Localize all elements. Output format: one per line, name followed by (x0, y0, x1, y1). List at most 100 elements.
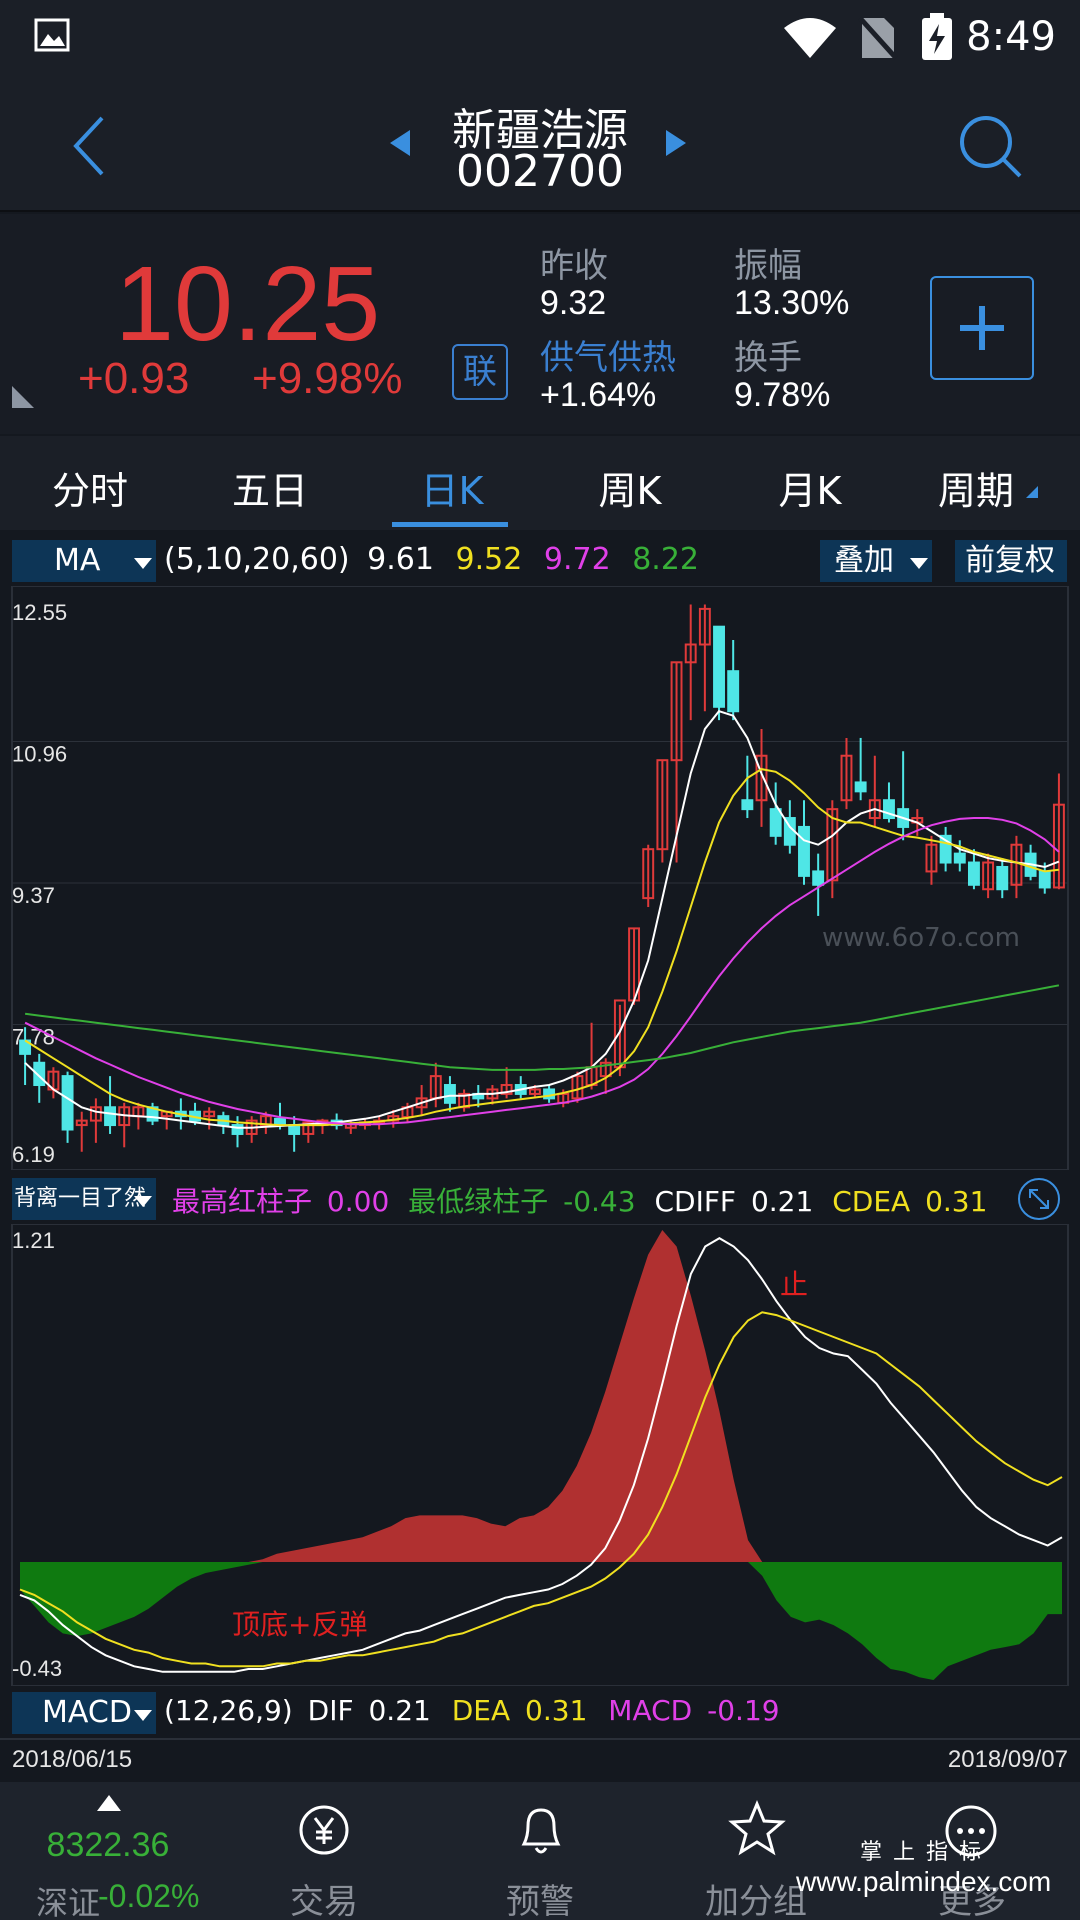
sector-change: +1.64% (540, 376, 657, 414)
red-bar-value: 0.00 (326, 1185, 390, 1218)
app-header: 新疆浩源 002700 (0, 78, 1080, 212)
candle-body (812, 870, 825, 886)
yuan-coin-icon (299, 1805, 349, 1855)
search-icon[interactable] (958, 114, 1024, 180)
prev-close-label: 昨收 (540, 246, 608, 286)
annotation-bounce: 顶底+反弹 (232, 1608, 367, 1641)
ma-selector[interactable]: MA (12, 540, 156, 582)
no-sim-icon (858, 16, 898, 60)
kline-frame (11, 586, 1069, 1170)
ma-selector-label: MA (54, 543, 101, 578)
sector-label[interactable]: 供气供热 (540, 330, 676, 379)
y-tick-label: -0.43 (12, 1656, 62, 1681)
tab-weekly-k[interactable]: 周K (560, 460, 700, 515)
dif-label: DIF (307, 1694, 354, 1727)
ma20-value: 9.72 (543, 542, 611, 577)
palmindex-watermark-url: www.palmindex.com (796, 1866, 1052, 1897)
adjust-button[interactable]: 前复权 (955, 540, 1067, 582)
overlay-label: 叠加 (834, 543, 894, 578)
period-tabs: 分时 五日 日K 周K 月K 周期 (0, 436, 1080, 530)
tab-intraday[interactable]: 分时 (20, 460, 160, 515)
overlay-button[interactable]: 叠加 (820, 540, 932, 582)
amplitude-label: 振幅 (734, 246, 802, 286)
chevron-down-icon (134, 558, 152, 569)
status-bar: 8:49 (0, 0, 1080, 78)
macd-selector[interactable]: MACD (12, 1692, 156, 1734)
divergence-values: 最高红柱子 0.00 最低绿柱子 -0.43 CDIFF 0.21 CDEA 0… (172, 1180, 987, 1220)
caret-up-icon (97, 1795, 121, 1811)
candle-body (769, 808, 782, 837)
site-watermark: www.6o7o.com (822, 923, 1020, 953)
palmindex-watermark-title: 掌 上 指 标 (860, 1840, 983, 1865)
candle-body (288, 1124, 301, 1135)
candle-body (713, 625, 725, 708)
price-change-pct: +9.98% (252, 354, 403, 403)
period-dropdown-icon (1026, 486, 1038, 498)
cdiff-value: 0.21 (750, 1185, 814, 1218)
next-stock-icon[interactable] (664, 128, 688, 158)
macd-chart[interactable]: 1.21 -0.43 止顶底+反弹 (0, 1224, 1080, 1686)
candle-body (1038, 870, 1051, 889)
dea-label: DEA (451, 1694, 511, 1727)
clock: 8:49 (966, 14, 1056, 60)
annotation-stop: 止 (780, 1268, 808, 1301)
cdea-label: CDEA (832, 1185, 911, 1218)
y-tick-label: 10.96 (12, 742, 67, 767)
candle (713, 625, 725, 721)
index-name: 深证 (36, 1884, 101, 1920)
candle-body (798, 825, 810, 877)
tab-daily-k[interactable]: 日K (382, 460, 522, 515)
star-icon (728, 1800, 786, 1856)
date-axis: 2018/06/15 2018/09/07 (0, 1738, 1080, 1778)
end-date: 2018/09/07 (947, 1746, 1068, 1773)
candle-body (854, 781, 867, 793)
index-value: 8322.36 (46, 1826, 170, 1864)
add-watchlist-button[interactable] (930, 276, 1034, 380)
nav-alert[interactable]: 预警 (440, 1782, 640, 1920)
candle-body (996, 865, 1009, 891)
amplitude-value: 13.30% (734, 284, 850, 322)
dea-value: 0.31 (525, 1694, 588, 1727)
green-bar-label: 最低绿柱子 (408, 1185, 549, 1218)
nav-trade-label: 交易 (290, 1882, 358, 1920)
macd-params: (12,26,9) (164, 1694, 293, 1727)
last-price: 10.25 (115, 245, 381, 363)
plus-icon (960, 306, 1004, 350)
price-change: +0.93 (78, 354, 190, 403)
macd-value: -0.19 (707, 1694, 780, 1727)
red-bar-label: 最高红柱子 (172, 1185, 313, 1218)
wifi-icon (784, 18, 836, 58)
ma5-value: 9.61 (367, 542, 434, 577)
lian-badge[interactable]: 联 (452, 344, 508, 400)
nav-alert-label: 预警 (506, 1882, 574, 1920)
fullscreen-icon[interactable] (1016, 1176, 1062, 1222)
chevron-down-icon (134, 1196, 152, 1207)
macd-values: (12,26,9) DIF 0.21 DEA 0.31 MACD -0.19 (164, 1694, 780, 1727)
y-tick-label: 6.19 (12, 1142, 55, 1167)
chevron-down-icon (910, 558, 928, 569)
candle-body (741, 799, 754, 811)
cdea-value: 0.31 (925, 1185, 988, 1218)
market-index-item[interactable]: 8322.36 深证 -0.02% (8, 1782, 208, 1920)
macd-label: MACD (608, 1694, 693, 1727)
divergence-selector[interactable]: 背离一目了然 (12, 1178, 156, 1220)
candle-body (967, 861, 980, 886)
candle-body (443, 1084, 456, 1104)
ma-values: (5,10,20,60) 9.61 9.52 9.72 8.22 (164, 542, 699, 577)
stock-code: 002700 (456, 146, 624, 197)
bottom-nav: 8322.36 深证 -0.02% 交易 预警 加分组 更多 掌 上 指 标 w… (0, 1782, 1080, 1920)
index-change: -0.02% (98, 1878, 200, 1914)
y-tick-label: 12.55 (12, 600, 67, 625)
ma10-value: 9.52 (455, 542, 523, 577)
nav-add-group[interactable]: 加分组 (656, 1782, 856, 1920)
nav-trade[interactable]: 交易 (224, 1782, 424, 1920)
expand-corner-icon[interactable] (10, 384, 36, 410)
macd-selector-label: MACD (42, 1695, 132, 1730)
tab-monthly-k[interactable]: 月K (740, 460, 880, 515)
chevron-down-icon (134, 1710, 152, 1721)
kline-chart[interactable]: 12.5510.969.377.786.19www.6o7o.com (0, 586, 1080, 1170)
ma60-value: 8.22 (632, 542, 699, 577)
y-tick-label: 9.37 (12, 883, 55, 908)
bell-icon (521, 1808, 561, 1854)
tab-five-day[interactable]: 五日 (200, 460, 340, 515)
